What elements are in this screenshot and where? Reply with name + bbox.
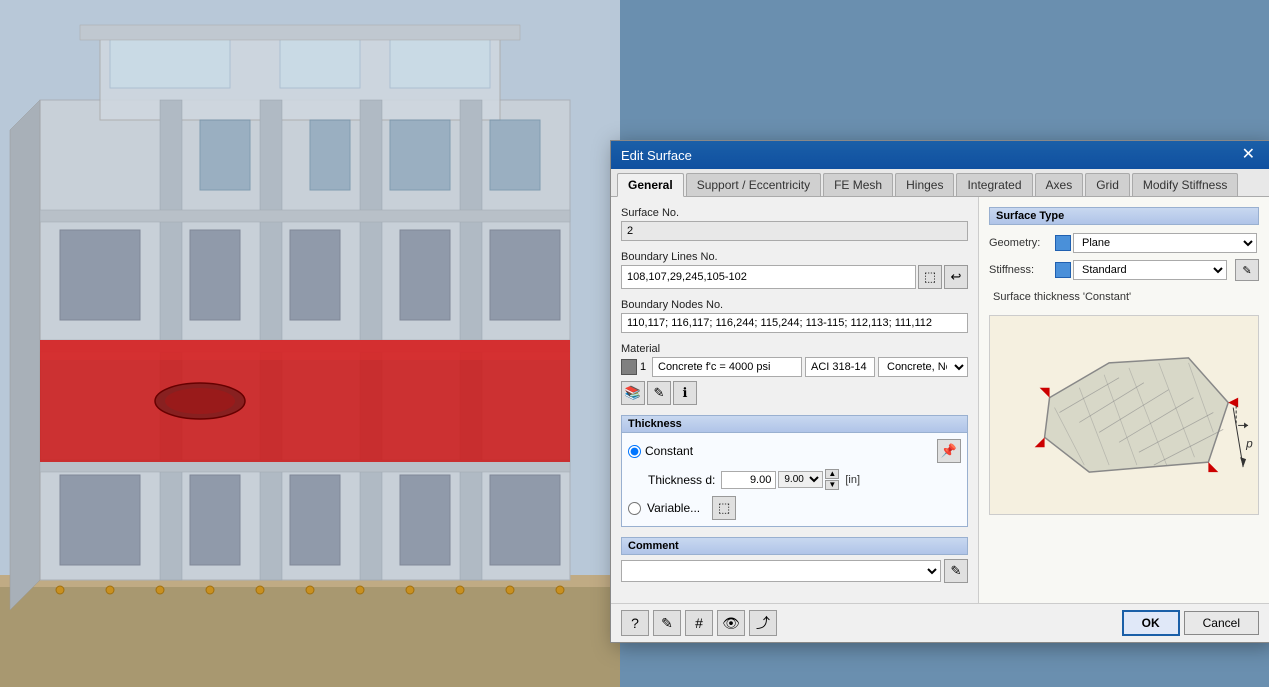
boundary-lines-input[interactable] (621, 265, 916, 289)
edit-toolbar-button[interactable]: ✎ (653, 610, 681, 636)
material-number: 1 (640, 361, 649, 373)
thickness-d-row: Thickness d: 9.00 ▲ ▼ [in] (648, 469, 961, 490)
material-type-select[interactable]: Concrete, Nor (878, 357, 968, 377)
constant-radio[interactable] (628, 445, 641, 458)
comment-select[interactable] (621, 560, 941, 582)
surface-type-header: Surface Type (989, 207, 1259, 225)
constant-label: Constant (645, 444, 693, 458)
stiffness-color-swatch (1055, 262, 1071, 278)
tab-support-eccentricity[interactable]: Support / Eccentricity (686, 173, 821, 196)
geometry-color-swatch (1055, 235, 1071, 251)
material-row: 1 Concrete, Nor (621, 357, 968, 377)
boundary-lines-label: Boundary Lines No. (621, 251, 968, 263)
ok-button[interactable]: OK (1122, 610, 1180, 636)
comment-section: Comment ✎ (621, 537, 968, 583)
stiffness-select-container: Standard (1055, 260, 1229, 280)
surface-preview: p (989, 315, 1259, 515)
stiffness-label: Stiffness: (989, 264, 1049, 276)
thickness-header: Thickness (622, 416, 967, 433)
export-toolbar-button[interactable]: ⤴ (749, 610, 777, 636)
surface-no-section: Surface No. (621, 207, 968, 241)
surface-no-input[interactable] (621, 221, 968, 241)
thickness-unit: [in] (845, 474, 860, 486)
stiffness-edit-button[interactable]: ✎ (1235, 259, 1259, 281)
cancel-button[interactable]: Cancel (1184, 611, 1259, 635)
tab-grid[interactable]: Grid (1085, 173, 1130, 196)
thickness-spinner: ▲ ▼ (825, 469, 839, 490)
boundary-lines-section: Boundary Lines No. ⬚ ↩ (621, 251, 968, 289)
boundary-nodes-input[interactable] (621, 313, 968, 333)
dialog-title: Edit Surface (621, 148, 692, 163)
boundary-lines-info-button[interactable]: ↩ (944, 265, 968, 289)
surface-no-label: Surface No. (621, 207, 968, 219)
comment-header: Comment (621, 537, 968, 555)
dialog-body: Surface No. Boundary Lines No. ⬚ ↩ Bound… (611, 197, 1269, 603)
dialog-toolbar: ? ✎ # 👁 ⤴ OK Cancel (611, 603, 1269, 642)
material-color-swatch (621, 359, 637, 375)
tab-modify-stiffness[interactable]: Modify Stiffness (1132, 173, 1238, 196)
boundary-lines-pick-button[interactable]: ⬚ (918, 265, 942, 289)
boundary-nodes-section: Boundary Nodes No. (621, 299, 968, 333)
tab-fe-mesh[interactable]: FE Mesh (823, 173, 893, 196)
view-toolbar-button[interactable]: 👁 (717, 610, 745, 636)
dialog-close-button[interactable]: ✕ (1238, 147, 1259, 163)
material-standard-input[interactable] (805, 357, 875, 377)
dialog-right-panel: Surface Type Geometry: Plane Stiffness: (979, 197, 1269, 603)
dialog-tabs: General Support / Eccentricity FE Mesh H… (611, 169, 1269, 197)
thickness-input-container: 9.00 ▲ ▼ (721, 469, 839, 490)
dialog-titlebar: Edit Surface ✕ (611, 141, 1269, 169)
material-info-button[interactable]: ℹ (673, 381, 697, 405)
tab-hinges[interactable]: Hinges (895, 173, 954, 196)
comment-row: ✎ (621, 559, 968, 583)
scene-background (0, 0, 620, 687)
material-edit-button[interactable]: ✎ (647, 381, 671, 405)
surface-hint: Surface thickness 'Constant' (989, 287, 1259, 307)
geometry-select[interactable]: Plane (1073, 233, 1257, 253)
variable-info-button[interactable]: ⬚ (712, 496, 736, 520)
dialog-left-panel: Surface No. Boundary Lines No. ⬚ ↩ Bound… (611, 197, 979, 603)
surface-preview-svg: p (990, 316, 1258, 514)
variable-row: Variable... ⬚ (628, 496, 961, 520)
variable-label: Variable... (647, 501, 700, 515)
comment-action-button[interactable]: ✎ (944, 559, 968, 583)
geometry-label: Geometry: (989, 237, 1049, 249)
edit-surface-dialog: Edit Surface ✕ General Support / Eccentr… (610, 140, 1269, 643)
material-library-button[interactable]: 📚 (621, 381, 645, 405)
boundary-nodes-label: Boundary Nodes No. (621, 299, 968, 311)
material-section: Material 1 Concrete, Nor 📚 ✎ ℹ (621, 343, 968, 405)
svg-text:p: p (1245, 436, 1253, 450)
stiffness-select[interactable]: Standard (1073, 260, 1227, 280)
tab-general[interactable]: General (617, 173, 684, 197)
material-fc-input[interactable] (652, 357, 802, 377)
thickness-spin-up[interactable]: ▲ (825, 469, 839, 479)
tab-integrated[interactable]: Integrated (956, 173, 1032, 196)
thickness-section: Thickness Constant 📌 Thickness d: 9.00 (621, 415, 968, 527)
material-action-row: 📚 ✎ ℹ (621, 381, 968, 405)
geometry-select-container: Plane (1055, 233, 1259, 253)
stiffness-row: Stiffness: Standard ✎ (989, 259, 1259, 281)
boundary-lines-row: ⬚ ↩ (621, 265, 968, 289)
thickness-value-select[interactable]: 9.00 (778, 471, 823, 488)
material-label: Material (621, 343, 968, 355)
thickness-info-button[interactable]: 📌 (937, 439, 961, 463)
tab-axes[interactable]: Axes (1035, 173, 1084, 196)
help-toolbar-button[interactable]: ? (621, 610, 649, 636)
constant-radio-row: Constant 📌 (628, 439, 961, 463)
building-svg (0, 0, 620, 687)
variable-radio[interactable] (628, 502, 641, 515)
thickness-d-label: Thickness d: (648, 473, 715, 487)
thickness-value-input[interactable] (721, 471, 776, 489)
geometry-row: Geometry: Plane (989, 233, 1259, 253)
table-toolbar-button[interactable]: # (685, 610, 713, 636)
thickness-spin-down[interactable]: ▼ (825, 480, 839, 490)
